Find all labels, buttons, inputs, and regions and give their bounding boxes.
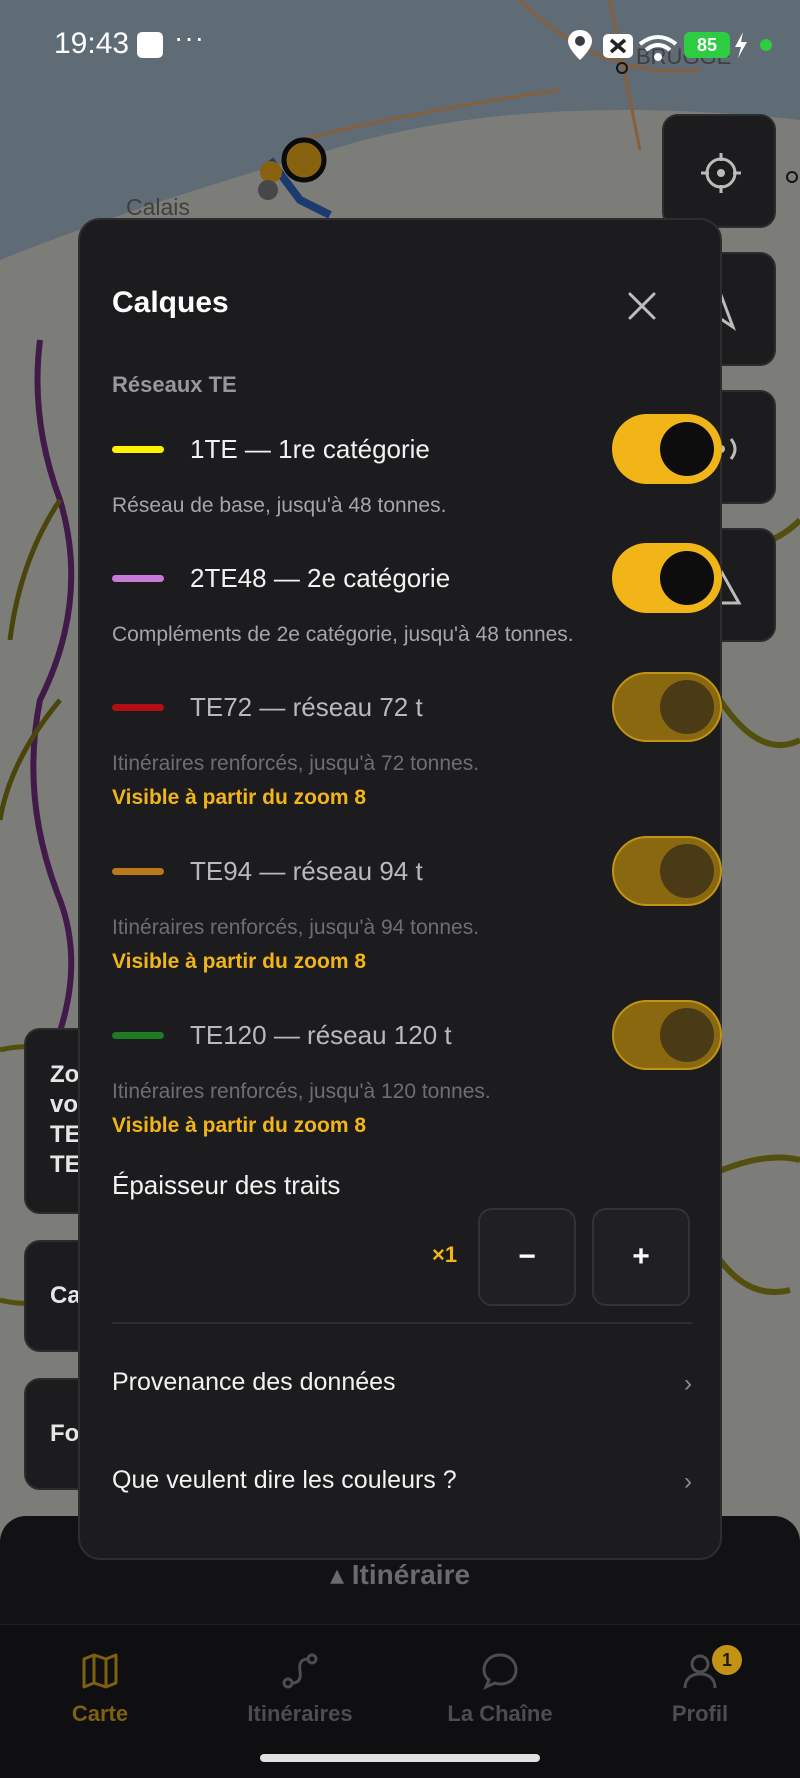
privacy-indicator-icon — [760, 39, 772, 51]
zoom-note: Visible à partir du zoom 8 — [112, 950, 367, 973]
side-card-label: Fo — [50, 1420, 80, 1447]
map-icon — [82, 1653, 118, 1689]
battery-icon: 85 — [684, 32, 730, 58]
layer-description: Itinéraires renforcés, jusqu'à 120 tonne… — [112, 1080, 491, 1103]
tab-label: Carte — [71, 1701, 129, 1726]
color-meaning-link[interactable]: Que veulent dire les couleurs ? › — [112, 1452, 692, 1512]
home-indicator[interactable] — [260, 1754, 540, 1762]
layer-description: Réseau de base, jusqu'à 48 tonnes. — [112, 494, 447, 517]
status-icons — [568, 30, 678, 61]
layer-name: 1TE — 1re catégorie — [190, 434, 430, 464]
layers-panel: Calques Réseaux TE 1TE — 1re catégorie R… — [78, 218, 722, 1560]
link-label: Que veulent dire les couleurs ? — [112, 1466, 457, 1494]
toggle-2te48[interactable] — [612, 543, 722, 613]
layer-description: Itinéraires renforcés, jusqu'à 72 tonnes… — [112, 752, 480, 775]
toggle-te94[interactable] — [612, 836, 722, 906]
tab-label: Itinéraires — [247, 1701, 353, 1726]
thickness-title: Épaisseur des traits — [112, 1170, 341, 1200]
toggle-knob — [660, 1008, 714, 1062]
layer-name: TE94 — réseau 94 t — [190, 856, 423, 886]
toggle-knob — [660, 680, 714, 734]
divider — [112, 1322, 692, 1324]
toggle-1te[interactable] — [612, 414, 722, 484]
app-notification-icon — [137, 32, 163, 58]
toggle-knob — [660, 551, 714, 605]
tab-itineraires[interactable]: Itinéraires — [200, 1651, 400, 1727]
layer-name: 2TE48 — 2e catégorie — [190, 563, 451, 593]
color-swatch — [112, 446, 164, 453]
route-icon — [282, 1653, 318, 1689]
status-time: 19:43 — [54, 27, 130, 60]
thickness-increase-button[interactable]: + — [592, 1208, 690, 1306]
toggle-te72[interactable] — [612, 672, 722, 742]
side-card-label: Ca — [50, 1282, 81, 1309]
more-notifications-icon: ··· — [174, 22, 205, 53]
color-swatch — [112, 1032, 164, 1039]
tab-carte[interactable]: Carte — [0, 1651, 200, 1727]
chevron-right-icon: › — [684, 1370, 692, 1397]
link-label: Provenance des données — [112, 1368, 396, 1396]
data-provenance-link[interactable]: Provenance des données › — [112, 1354, 692, 1414]
chat-bubble-icon — [482, 1653, 518, 1690]
layer-name: TE72 — réseau 72 t — [190, 692, 423, 722]
route-sheet-label: ▴ Itinéraire — [329, 1559, 471, 1590]
tab-label: Profil — [671, 1701, 729, 1726]
charging-icon — [735, 32, 747, 58]
tab-label: La Chaîne — [447, 1701, 553, 1726]
thickness-value: ×1 — [432, 1242, 458, 1267]
toggle-knob — [660, 844, 714, 898]
panel-title: Calques — [112, 286, 229, 319]
status-bar: 19:43 ··· 85 — [0, 0, 800, 90]
tab-la-chaine[interactable]: La Chaîne — [400, 1651, 600, 1727]
notification-badge: 1 — [712, 1645, 742, 1675]
zoom-note: Visible à partir du zoom 8 — [112, 1114, 367, 1137]
locate-me-button[interactable] — [662, 114, 776, 228]
crosshair-icon — [701, 153, 741, 193]
tab-profil[interactable]: Profil 1 — [600, 1645, 800, 1727]
layer-description: Compléments de 2e catégorie, jusqu'à 48 … — [112, 623, 574, 646]
location-icon — [568, 30, 592, 60]
color-swatch — [112, 868, 164, 875]
zoom-note: Visible à partir du zoom 8 — [112, 786, 367, 809]
toggle-knob — [660, 422, 714, 476]
layer-name: TE120 — réseau 120 t — [190, 1020, 452, 1050]
chevron-right-icon: › — [684, 1468, 692, 1495]
close-icon[interactable] — [620, 284, 664, 328]
no-sim-icon — [603, 34, 633, 58]
thickness-decrease-button[interactable]: − — [478, 1208, 576, 1306]
color-swatch — [112, 704, 164, 711]
toggle-te120[interactable] — [612, 1000, 722, 1070]
section-title: Réseaux TE — [112, 372, 237, 397]
color-swatch — [112, 575, 164, 582]
layer-description: Itinéraires renforcés, jusqu'à 94 tonnes… — [112, 916, 480, 939]
wifi-icon — [638, 35, 678, 61]
